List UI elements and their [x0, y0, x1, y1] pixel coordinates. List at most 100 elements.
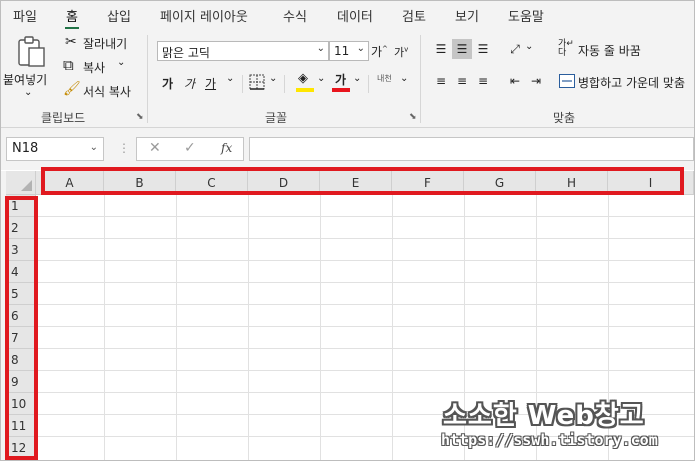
merge-center-label: 병합하고 가운데 맞춤 — [578, 76, 685, 90]
font-color-button[interactable]: 가 — [332, 71, 352, 93]
paint-bucket-icon: ◈ — [298, 71, 308, 86]
cancel-icon[interactable]: ✕ — [149, 140, 161, 156]
enter-check-icon[interactable]: ✓ — [184, 140, 196, 156]
formula-buttons: ✕ ✓ fx — [136, 137, 244, 161]
vertical-dots-icon: ⋮ — [118, 141, 130, 155]
gridline — [104, 195, 105, 460]
gridline — [36, 304, 694, 305]
fill-color-bar — [296, 88, 314, 92]
chevron-down-icon: ⌄ — [24, 87, 33, 98]
gridline — [176, 195, 177, 460]
wrap-text-button[interactable]: 가↵ 다 자동 줄 바꿈 — [558, 39, 688, 61]
paste-icon — [18, 36, 45, 67]
gridline — [36, 282, 694, 283]
dialog-launcher-icon[interactable]: ⬊ — [136, 112, 144, 122]
tab-review[interactable]: 검토 — [402, 6, 426, 25]
group-divider — [147, 35, 148, 123]
insert-function-button[interactable]: fx — [221, 141, 232, 155]
tab-view[interactable]: 보기 — [455, 6, 479, 25]
increase-indent-icon[interactable]: ⇥ — [526, 71, 546, 91]
format-painter-button[interactable]: 🖌 서식 복사 — [63, 81, 143, 101]
gridline — [248, 195, 249, 460]
underline-button[interactable]: 가 — [205, 75, 216, 92]
gridline — [36, 238, 694, 239]
tab-data[interactable]: 데이터 — [337, 6, 373, 25]
increase-font-size-button[interactable]: 가^ — [371, 43, 388, 60]
font-name-select[interactable]: 맑은 고딕 ⌄ — [157, 41, 329, 61]
align-right-icon[interactable]: ≡ — [473, 71, 493, 91]
align-bottom-icon[interactable]: ☰ — [473, 39, 493, 59]
shrink-font-label: 가 — [394, 46, 405, 59]
copy-button[interactable]: ⧉ 복사 ⌄ — [63, 56, 143, 77]
select-all-triangle-icon — [21, 180, 32, 191]
phonetic-guide-button[interactable]: 내천 — [377, 73, 392, 84]
align-middle-icon[interactable]: ☰ — [452, 39, 472, 59]
merge-cells-icon — [559, 74, 575, 88]
gridline — [392, 195, 393, 460]
dialog-launcher-icon[interactable]: ⬊ — [409, 112, 417, 122]
orientation-icon[interactable]: ⤢ — [505, 39, 525, 59]
grow-font-label: 가 — [371, 45, 383, 59]
ribbon-tabs: 파일 홈 삽입 페이지 레이아웃 수식 데이터 검토 보기 도움말 — [1, 1, 694, 30]
cut-label: 잘라내기 — [83, 37, 128, 51]
tab-file[interactable]: 파일 — [13, 6, 37, 25]
font-name-value: 맑은 고딕 — [162, 46, 210, 60]
italic-button[interactable]: 가 — [184, 75, 195, 92]
align-top-icon[interactable]: ☰ — [431, 39, 451, 59]
row-headers-highlight — [5, 196, 38, 460]
tab-page-layout[interactable]: 페이지 레이아웃 — [160, 6, 248, 25]
tab-formulas[interactable]: 수식 — [283, 6, 307, 25]
wrap-text-label: 자동 줄 바꿈 — [578, 44, 641, 58]
name-box[interactable]: N18 ⌄ — [6, 137, 104, 161]
chevron-down-icon: ⌄ — [356, 43, 365, 54]
bold-button[interactable]: 가 — [162, 75, 173, 92]
paste-button[interactable]: 붙여넣기 ⌄ — [3, 33, 53, 103]
gridline — [36, 370, 694, 371]
divider — [284, 75, 285, 93]
decrease-font-size-button[interactable]: 가v — [394, 44, 408, 60]
gridline — [36, 348, 694, 349]
scissors-icon: ✂ — [65, 34, 77, 50]
border-icon[interactable] — [249, 74, 265, 90]
chevron-down-icon[interactable]: ⌄ — [525, 41, 533, 52]
chevron-down-icon: ⌄ — [316, 43, 325, 54]
font-size-select[interactable]: 11 ⌄ — [329, 41, 369, 61]
paste-label: 붙여넣기 — [3, 73, 48, 87]
copy-icon: ⧉ — [63, 56, 74, 74]
tab-help[interactable]: 도움말 — [508, 6, 544, 25]
divider — [368, 75, 369, 93]
decrease-indent-icon[interactable]: ⇤ — [505, 71, 525, 91]
merge-center-button[interactable]: 병합하고 가운데 맞춤 — [558, 71, 694, 93]
formula-bar: N18 ⌄ ⋮ ✕ ✓ fx — [1, 128, 694, 170]
gridline — [36, 216, 694, 217]
chevron-down-icon: ⌄ — [89, 142, 98, 153]
divider — [242, 75, 243, 93]
align-left-icon[interactable]: ≡ — [431, 71, 451, 91]
chevron-down-icon[interactable]: ⌄ — [117, 57, 125, 68]
wrap-text-icon: 가↵ 다 — [558, 39, 574, 58]
formula-input[interactable] — [249, 137, 694, 161]
tab-home[interactable]: 홈 — [65, 6, 79, 30]
clipboard-group-label: 클립보드 — [41, 111, 86, 125]
chevron-down-icon[interactable]: ⌄ — [226, 73, 234, 84]
excel-window: 파일 홈 삽입 페이지 레이아웃 수식 데이터 검토 보기 도움말 붙여넣기 ⌄… — [0, 0, 695, 461]
column-headers-highlight — [41, 167, 684, 195]
font-group-label: 글꼴 — [265, 111, 288, 125]
chevron-down-icon[interactable]: ⌄ — [317, 73, 325, 84]
chevron-down-icon[interactable]: ⌄ — [353, 73, 361, 84]
fill-color-button[interactable]: ◈ — [296, 71, 316, 93]
align-center-icon[interactable]: ≡ — [452, 71, 472, 91]
name-box-value: N18 — [12, 141, 39, 156]
chevron-down-icon[interactable]: ⌄ — [400, 73, 408, 84]
cut-button[interactable]: ✂ 잘라내기 — [63, 33, 143, 53]
watermark-url: https://sswh.tistory.com — [441, 431, 658, 449]
watermark-title: 소소한 Web창고 — [443, 401, 645, 431]
select-all-button[interactable] — [6, 171, 36, 195]
gridline — [320, 195, 321, 460]
chevron-down-icon[interactable]: ⌄ — [269, 73, 277, 84]
gridline — [36, 326, 694, 327]
group-divider — [420, 35, 421, 123]
tab-insert[interactable]: 삽입 — [107, 6, 131, 25]
alignment-group-label: 맞춤 — [553, 111, 576, 125]
paintbrush-icon: 🖌 — [63, 81, 81, 97]
